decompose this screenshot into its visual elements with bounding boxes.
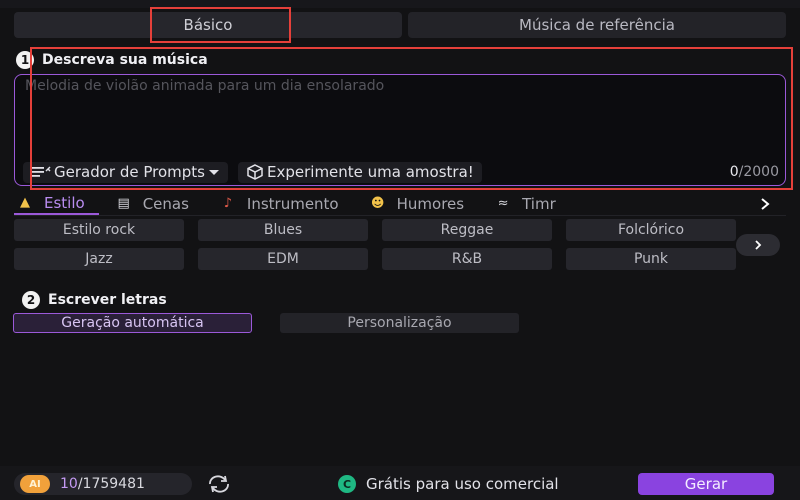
cube-icon	[247, 164, 263, 180]
style-chip[interactable]: R&B	[382, 248, 552, 270]
tab-style[interactable]: ▲ Estilo	[14, 192, 99, 215]
chevron-right-icon	[761, 198, 770, 210]
description-input[interactable]	[25, 78, 765, 158]
character-counter: 0/2000	[730, 164, 779, 180]
step-number: 2	[22, 291, 40, 309]
mode-tabs: Básico Música de referência	[14, 12, 786, 38]
smiley-icon: ☻	[370, 196, 385, 211]
tab-basic[interactable]: Básico	[14, 12, 402, 38]
prompt-list-icon	[32, 166, 51, 177]
prompt-generator-button[interactable]: Gerador de Prompts	[23, 161, 228, 183]
styles-next-button[interactable]	[736, 234, 780, 256]
tab-moods[interactable]: ☻ Humores	[367, 192, 478, 215]
refresh-icon	[209, 475, 229, 493]
tab-moods-label: Humores	[396, 194, 465, 213]
describe-title-text: Descreva sua música	[42, 52, 208, 68]
description-box: Gerador de Prompts Experimente uma amost…	[14, 74, 786, 186]
style-chip[interactable]: Jazz	[14, 248, 184, 270]
tab-style-label: Estilo	[44, 193, 85, 212]
style-chip[interactable]: Reggae	[382, 219, 552, 241]
lyrics-section-title: 2 Escrever letras	[22, 291, 167, 309]
style-chip[interactable]: Blues	[198, 219, 368, 241]
bell-icon: ▲	[20, 195, 30, 210]
wave-icon: ≈	[497, 196, 509, 211]
tab-scenes-label: Cenas	[142, 194, 189, 213]
style-chip[interactable]: EDM	[198, 248, 368, 270]
style-chip[interactable]: Folclórico	[566, 219, 736, 241]
ai-coin-icon: AI	[20, 475, 50, 493]
try-sample-button[interactable]: Experimente uma amostra!	[238, 161, 482, 183]
tab-scenes[interactable]: ▤ Cenas	[113, 192, 203, 215]
commercial-text: Grátis para uso comercial	[366, 475, 559, 493]
window-top-strip	[0, 0, 800, 8]
credits-counter: AI 10/1759481	[14, 473, 192, 495]
style-chip[interactable]: Estilo rock	[14, 219, 184, 241]
try-sample-label: Experimente uma amostra!	[267, 163, 474, 181]
chevron-down-icon	[209, 170, 219, 175]
credits-total: /1759481	[77, 476, 145, 492]
lyrics-title-text: Escrever letras	[48, 292, 167, 308]
refresh-button[interactable]	[204, 473, 234, 495]
generate-button[interactable]: Gerar	[638, 473, 774, 495]
credits-used: 10	[60, 476, 78, 492]
description-footer: Gerador de Prompts Experimente uma amost…	[23, 161, 779, 183]
character-count: 0	[729, 164, 739, 180]
commercial-icon: C	[338, 475, 356, 493]
tab-instrument-label: Instrumento	[246, 194, 339, 213]
prompt-generator-label: Gerador de Prompts	[54, 163, 205, 181]
style-chip[interactable]: Punk	[566, 248, 736, 270]
describe-section-title: 1 Descreva sua música	[16, 51, 208, 69]
tab-reference-music[interactable]: Música de referência	[408, 12, 786, 38]
category-tabs-next-button[interactable]	[750, 193, 780, 215]
lyrics-auto-generate-button[interactable]: Geração automática	[13, 313, 252, 333]
guitar-icon: ♪	[223, 196, 233, 211]
commercial-use-info: C Grátis para uso comercial	[338, 473, 559, 495]
lyrics-custom-button[interactable]: Personalização	[280, 313, 519, 333]
tab-instrument[interactable]: ♪ Instrumento	[217, 192, 353, 215]
character-limit: /2000	[738, 164, 779, 180]
tab-timbre[interactable]: ≈ Timr	[492, 192, 570, 215]
style-options-grid: Estilo rock Blues Reggae Folclórico Jazz…	[14, 219, 736, 270]
clapper-icon: ▤	[117, 196, 130, 211]
tab-timbre-label: Timr	[522, 194, 556, 213]
chevron-right-icon	[755, 240, 762, 250]
category-tabs: ▲ Estilo ▤ Cenas ♪ Instrumento ☻ Humores…	[14, 192, 786, 216]
step-number: 1	[16, 51, 34, 69]
